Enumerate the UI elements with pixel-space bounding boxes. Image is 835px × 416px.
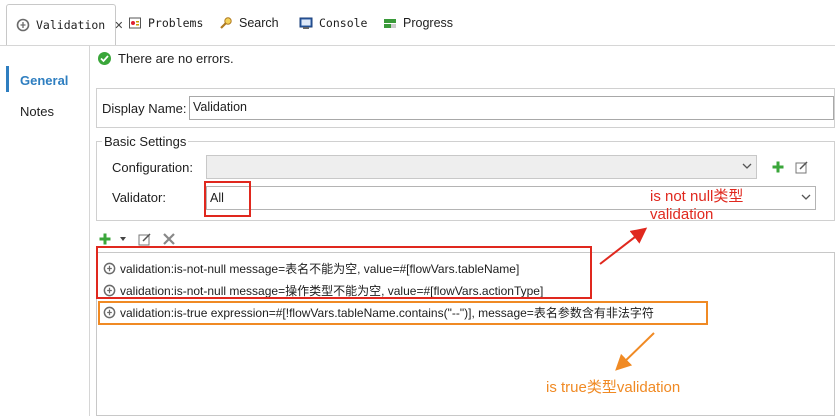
is-true-arrow bbox=[615, 332, 655, 371]
not-null-arrow bbox=[599, 227, 648, 265]
not-null-annotation: is not null类型 validation bbox=[650, 188, 743, 224]
not-null-annotation-line1: is not null类型 bbox=[650, 188, 744, 205]
is-true-annotation: is true类型validation bbox=[546, 379, 681, 396]
not-null-annotation-line2: validation bbox=[650, 206, 714, 223]
